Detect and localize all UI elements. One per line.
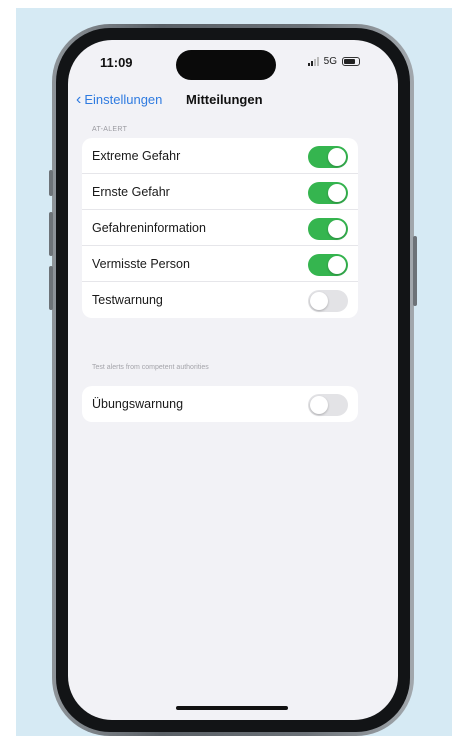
section-footer: Test alerts from competent authorities — [92, 364, 209, 371]
row-label: Vermisste Person — [92, 256, 190, 271]
toggle-knob — [328, 148, 346, 166]
ernste-gefahr-toggle[interactable] — [308, 182, 348, 204]
practice-group: Übungswarnung — [82, 386, 358, 422]
volume-down-button — [49, 266, 53, 310]
page-title: Mitteilungen — [186, 92, 263, 107]
toggle-knob — [328, 184, 346, 202]
list-item-gefahreninformation: Gefahreninformation — [82, 210, 358, 246]
alerts-group: Extreme Gefahr Ernste Gefahr Gefahreninf… — [82, 138, 358, 318]
row-label: Ernste Gefahr — [92, 184, 170, 199]
toggle-knob — [328, 220, 346, 238]
toggle-knob — [328, 256, 346, 274]
list-item-ernste-gefahr: Ernste Gefahr — [82, 174, 358, 210]
row-label: Testwarnung — [92, 293, 163, 307]
list-item-extreme-gefahr: Extreme Gefahr — [82, 138, 358, 174]
list-item-uebungswarnung: Übungswarnung — [82, 386, 358, 422]
home-indicator[interactable] — [176, 706, 288, 710]
chevron-left-icon: ‹ — [76, 90, 82, 108]
row-label: Extreme Gefahr — [92, 148, 181, 163]
uebungswarnung-toggle[interactable] — [308, 394, 348, 416]
back-label: Einstellungen — [84, 92, 163, 107]
toggle-knob — [310, 396, 328, 414]
dynamic-island — [176, 50, 276, 80]
list-item-testwarnung: Testwarnung — [82, 282, 358, 318]
status-time: 11:09 — [100, 55, 133, 70]
toggle-knob — [310, 292, 328, 310]
volume-up-button — [49, 212, 53, 256]
phone-screen: 11:09 5G ‹ Einstellungen Mitteilungen AT… — [68, 40, 398, 720]
network-label: 5G — [323, 56, 337, 67]
signal-icon — [307, 57, 319, 66]
power-button — [413, 236, 417, 306]
battery-icon — [342, 57, 360, 66]
list-item-vermisste-person: Vermisste Person — [82, 246, 358, 282]
testwarnung-toggle[interactable] — [308, 290, 348, 312]
row-label: Übungswarnung — [92, 397, 184, 411]
status-indicators: 5G — [307, 56, 360, 67]
row-label: Gefahreninformation — [92, 220, 206, 235]
navigation-bar: ‹ Einstellungen Mitteilungen — [68, 90, 398, 112]
action-button — [49, 170, 53, 196]
vermisste-person-toggle[interactable] — [308, 254, 348, 276]
extreme-gefahr-toggle[interactable] — [308, 146, 348, 168]
back-button[interactable]: ‹ Einstellungen — [76, 90, 163, 108]
gefahreninformation-toggle[interactable] — [308, 218, 348, 240]
section-header-at-alert: AT-ALERT — [92, 126, 128, 133]
